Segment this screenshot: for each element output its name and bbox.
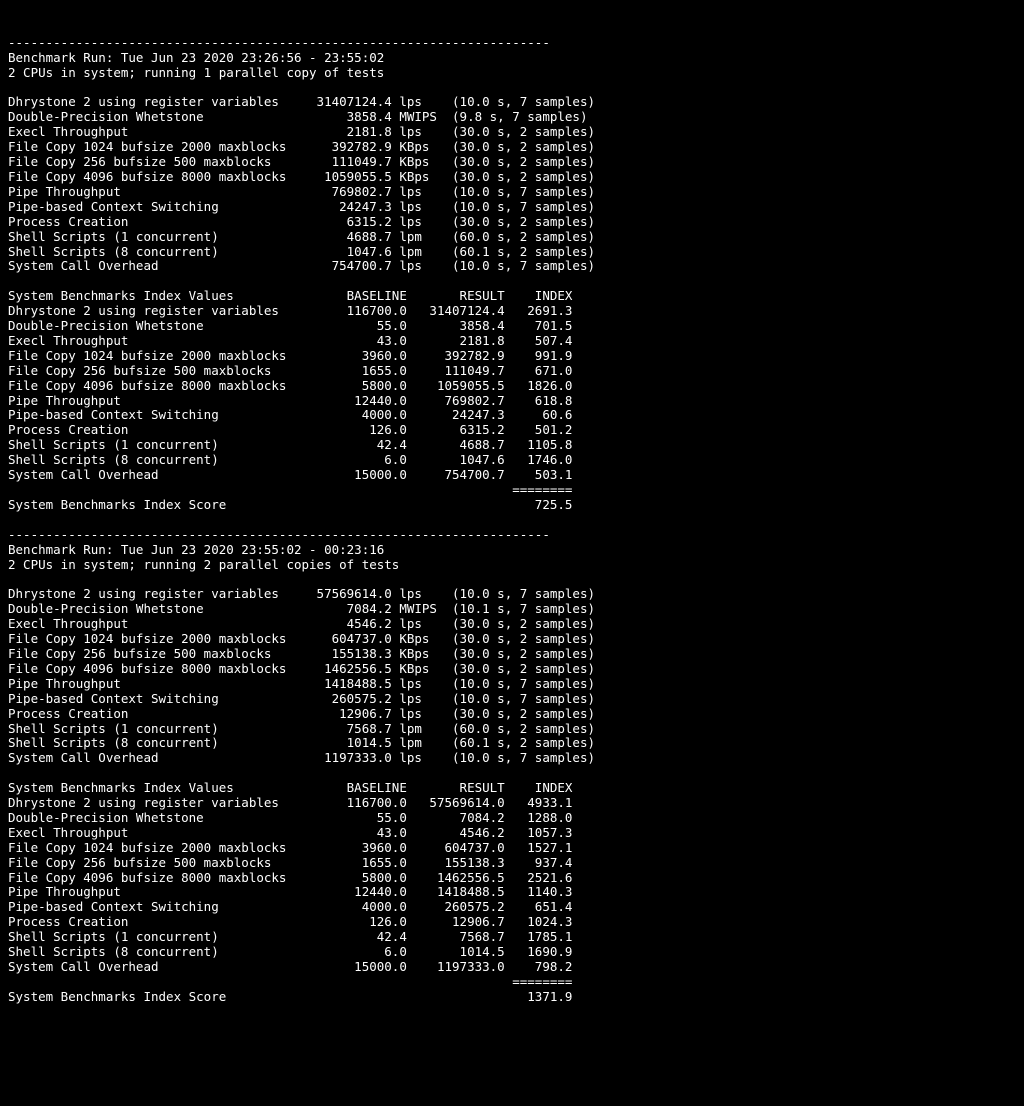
terminal-output: ----------------------------------------…	[0, 30, 1024, 1017]
benchmark-output: ----------------------------------------…	[8, 35, 595, 1004]
